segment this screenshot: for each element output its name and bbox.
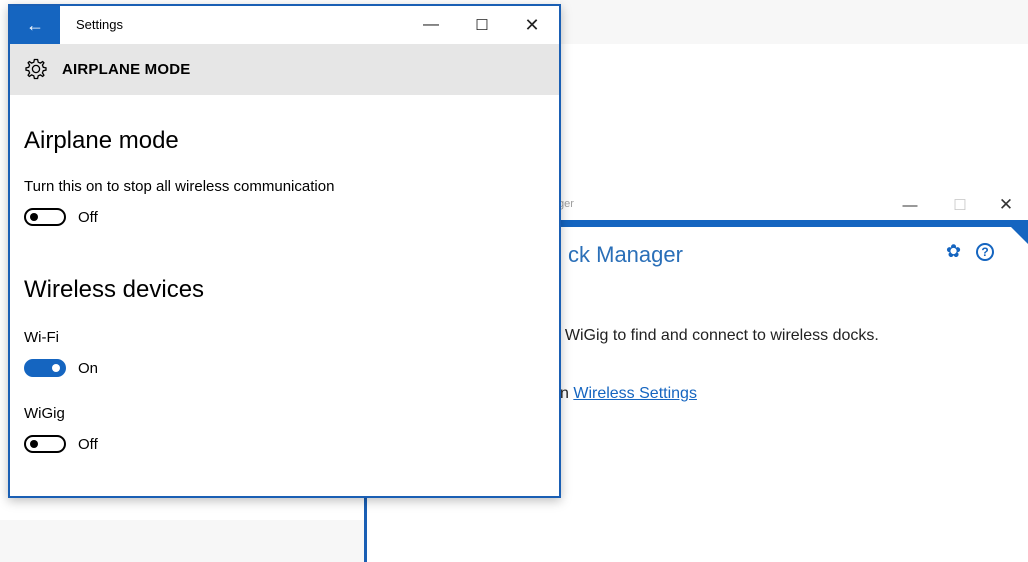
help-circle-icon[interactable]: ? [976,243,994,261]
wifi-toggle[interactable] [24,359,66,377]
wifi-state: On [78,360,99,377]
minimize-button[interactable]: — [407,6,455,44]
settings-titlebar[interactable]: ← Settings — ☐ ✕ [10,6,559,44]
dock-close-button[interactable]: ✕ [986,192,1026,218]
wigig-toggle[interactable] [24,435,66,453]
dock-link-line: n Wireless Settings [560,385,697,403]
wireless-settings-link[interactable]: Wireless Settings [573,385,697,402]
dock-manager-heading: ck Manager [568,242,683,267]
toggle-knob [52,364,60,372]
airplane-mode-heading: Airplane mode [24,127,179,154]
window-title: Settings [76,17,123,32]
settings-window[interactable]: ← Settings — ☐ ✕ AIRPLANE MODE Airplane … [8,4,561,498]
wigig-state: Off [78,436,98,453]
toggle-knob [30,440,38,448]
dock-description: . WiGig to find and connect to wireless … [556,327,879,344]
background-strip-bottom [0,520,365,562]
wireless-devices-heading: Wireless devices [24,276,205,303]
gear-icon[interactable]: ✿ [946,241,961,262]
settings-content: Airplane mode Turn this on to stop all w… [10,95,559,496]
dock-minimize-button[interactable]: — [890,192,930,218]
page-title: AIRPLANE MODE [62,61,191,78]
wifi-label: Wi-Fi [24,329,59,346]
airplane-mode-toggle[interactable] [24,208,66,226]
close-button[interactable]: ✕ [508,6,556,44]
gear-icon [25,58,47,80]
dock-maximize-button[interactable]: ☐ [940,192,980,218]
dock-accent-corner [1010,226,1028,244]
page-header: AIRPLANE MODE [10,44,559,95]
dock-titlebar[interactable]: ger — ☐ ✕ [540,190,1028,220]
back-arrow-icon: ← [26,14,44,35]
maximize-button[interactable]: ☐ [458,6,506,44]
wigig-label: WiGig [24,405,65,422]
background-strip-top [560,0,1028,44]
dock-accent-bar [540,220,1028,227]
airplane-mode-state: Off [78,209,98,226]
dock-manager-window[interactable]: ger — ☐ ✕ ck Manager ✿ ? . WiGig to find… [540,190,1028,562]
window-border-edge [364,494,367,562]
toggle-knob [30,213,38,221]
dock-link-prefix: n [560,385,574,402]
back-button[interactable]: ← [10,6,60,44]
airplane-mode-description: Turn this on to stop all wireless commun… [24,178,335,195]
